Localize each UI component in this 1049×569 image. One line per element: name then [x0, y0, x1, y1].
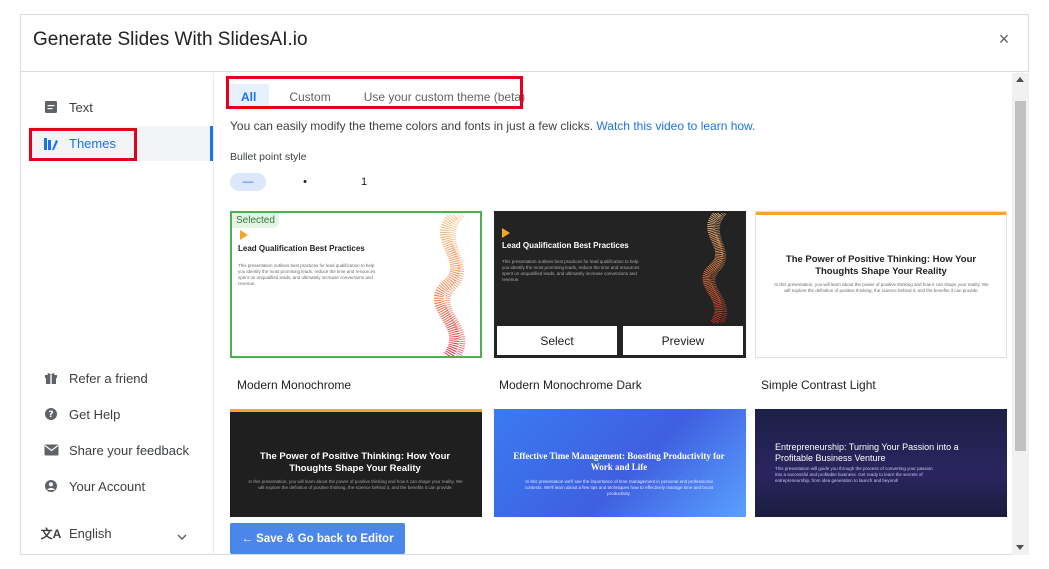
card-heading: Lead Qualification Best Practices — [502, 241, 629, 250]
themes-icon — [37, 137, 65, 151]
card-heading: The Power of Positive Thinking: How Your… — [259, 451, 451, 474]
intro-text: You can easily modify the theme colors a… — [230, 119, 756, 133]
scrollbar[interactable] — [1012, 73, 1029, 555]
scroll-up-arrow-icon[interactable] — [1016, 77, 1024, 82]
sidebar-item-label: Your Account — [69, 478, 146, 494]
sidebar-item-label: Text — [69, 99, 93, 115]
generate-slides-dialog: Generate Slides With SlidesAI.io × Text … — [20, 14, 1029, 555]
bullet-dash-option[interactable]: — — [230, 173, 266, 191]
card-name: Modern Monochrome Dark — [499, 378, 642, 392]
dialog-header: Generate Slides With SlidesAI.io × — [21, 15, 1028, 72]
card-name: Simple Contrast Light — [761, 378, 876, 392]
card-body: In this presentation, you will learn abo… — [774, 282, 989, 293]
bullet-dot-option[interactable]: • — [285, 173, 325, 191]
card-body: In this presentation we'll see the impor… — [524, 479, 714, 496]
card-heading: Effective Time Management: Boosting Prod… — [513, 451, 725, 472]
card-body: In this presentation, you will learn abo… — [248, 479, 463, 490]
sidebar-item-text[interactable]: Text — [29, 90, 213, 124]
close-button[interactable]: × — [994, 29, 1014, 49]
theme-card-simple-contrast-light[interactable]: The Power of Positive Thinking: How Your… — [755, 211, 1007, 358]
language-select[interactable]: 文A English — [29, 516, 213, 550]
account-icon — [37, 479, 65, 493]
scrollbar-thumb[interactable] — [1015, 101, 1026, 451]
play-icon — [240, 230, 248, 240]
card-body: This presentation outlines best practice… — [238, 263, 376, 286]
tab-custom[interactable]: Custom — [269, 84, 350, 110]
bullet-number-option[interactable]: 1 — [344, 173, 384, 191]
svg-text:?: ? — [48, 410, 53, 420]
theme-card-blue-gradient[interactable]: Effective Time Management: Boosting Prod… — [494, 409, 746, 517]
card-body: This presentation will guide you through… — [775, 466, 933, 483]
accent-bar — [230, 409, 482, 412]
language-label: English — [69, 525, 112, 541]
dialog-title: Generate Slides With SlidesAI.io — [33, 29, 308, 50]
theme-card-navy[interactable]: Entrepreneurship: Turning Your Passion i… — [755, 409, 1007, 517]
sidebar-item-account[interactable]: Your Account — [29, 469, 213, 503]
sidebar-item-help[interactable]: ? Get Help — [29, 397, 213, 431]
sidebar-item-label: Get Help — [69, 406, 121, 422]
sidebar-item-label: Themes — [69, 136, 116, 151]
video-link[interactable]: Watch this video to learn how. — [596, 119, 755, 133]
text-icon — [37, 100, 65, 114]
themes-panel: All Custom Use your custom theme (beta) … — [214, 73, 1012, 555]
sidebar-item-refer[interactable]: Refer a friend — [29, 361, 213, 395]
translate-icon: 文A — [40, 526, 62, 541]
chevron-down-icon — [177, 528, 187, 543]
wave-graphic — [434, 215, 466, 356]
tab-custom-theme[interactable]: Use your custom theme (beta) — [351, 84, 538, 110]
theme-card-modern-monochrome[interactable]: Selected Lead Qualification Best Practic… — [230, 211, 482, 358]
card-name: Modern Monochrome — [237, 378, 352, 392]
save-and-back-button[interactable]: ← Save & Go back to Editor — [230, 523, 405, 554]
mail-icon — [37, 444, 65, 456]
scroll-down-arrow-icon[interactable] — [1016, 545, 1024, 550]
gift-icon — [37, 371, 65, 385]
sidebar-item-label: Refer a friend — [69, 370, 148, 386]
help-icon: ? — [37, 407, 65, 421]
card-heading: Lead Qualification Best Practices — [238, 244, 365, 253]
sidebar-item-feedback[interactable]: Share your feedback — [29, 433, 213, 467]
preview-button[interactable]: Preview — [623, 326, 743, 355]
bullet-style-label: Bullet point style — [230, 151, 307, 163]
tab-all[interactable]: All — [228, 84, 270, 110]
select-button[interactable]: Select — [497, 326, 617, 355]
theme-card-dark-contrast[interactable]: The Power of Positive Thinking: How Your… — [230, 409, 482, 517]
card-actions: Select Preview — [494, 324, 746, 358]
theme-tabs: All Custom Use your custom theme (beta) — [228, 82, 538, 112]
card-heading: The Power of Positive Thinking: How Your… — [785, 254, 977, 277]
wave-graphic — [702, 213, 728, 323]
card-body: This presentation outlines best practice… — [502, 259, 640, 282]
sidebar-item-themes[interactable]: Themes — [29, 126, 213, 161]
sidebar-item-label: Share your feedback — [69, 442, 189, 458]
card-heading: Entrepreneurship: Turning Your Passion i… — [775, 442, 959, 463]
selected-badge: Selected — [232, 213, 279, 228]
sidebar: Text Themes Refer a friend ? Get Help Sh… — [21, 73, 214, 555]
accent-bar — [756, 212, 1006, 215]
theme-card-modern-monochrome-dark[interactable]: Lead Qualification Best Practices This p… — [494, 211, 746, 358]
bullet-style-options: — • 1 — [230, 173, 403, 191]
play-icon — [502, 228, 510, 238]
